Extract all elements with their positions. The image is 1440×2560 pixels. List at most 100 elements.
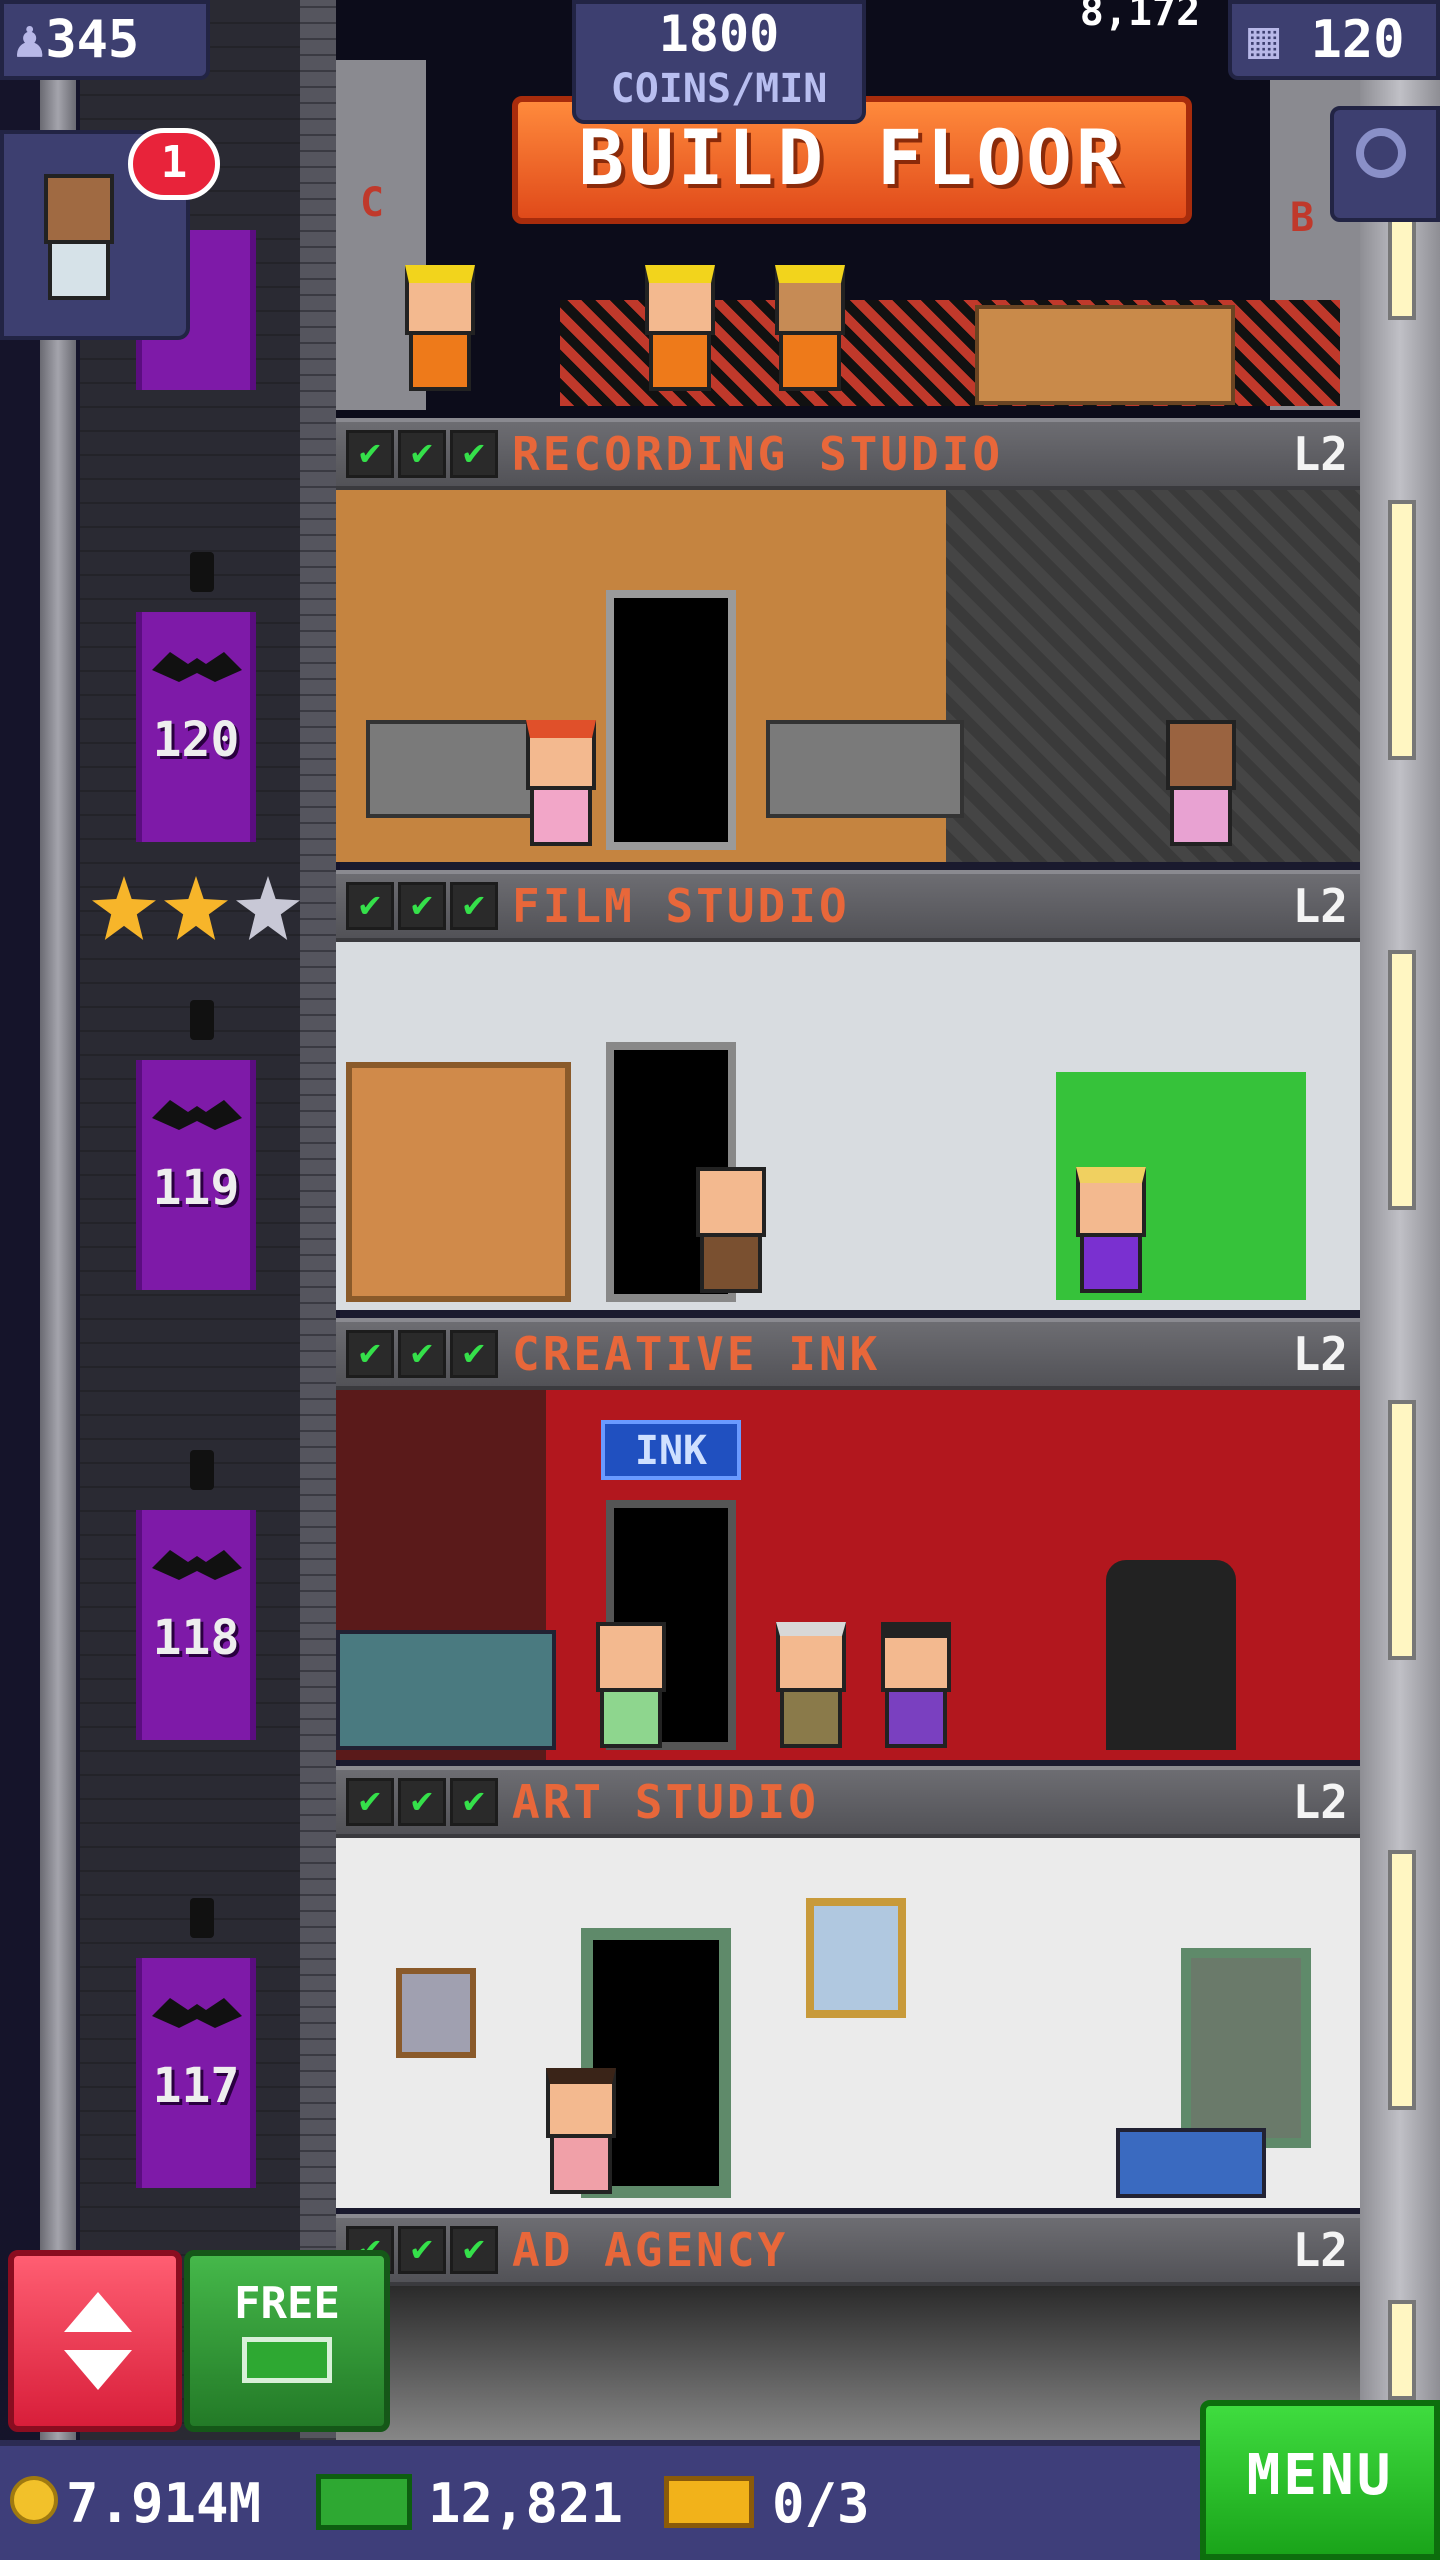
tickets-value: 0/3 [772,2472,870,2535]
floor-banner-film-studio[interactable]: ✔ ✔ ✔ FILM STUDIO L2 [336,870,1360,942]
coins-per-min-label: COINS/MIN [610,66,828,112]
tenant-bearded[interactable] [1166,720,1236,846]
blue-dresser [1116,2128,1266,2198]
floor-recording-studio[interactable] [336,490,1360,862]
wall-light [1388,1400,1416,1660]
bat-icon [152,1100,242,1130]
elevator-car-120[interactable]: 120 [136,552,256,842]
wall-light [1388,2300,1416,2400]
tenant-redhead-glasses[interactable] [526,720,596,846]
floor-banner-recording-studio[interactable]: ✔ ✔ ✔ RECORDING STUDIO L2 [336,418,1360,490]
check-icon: ✔ [346,882,394,930]
floor-banner-creative-ink[interactable]: ✔ ✔ ✔ CREATIVE INK L2 [336,1318,1360,1390]
elevator-lamp-icon [190,1450,214,1490]
elevator-lamp-icon [190,1898,214,1938]
person-icon: ♟ [14,10,46,70]
check-icon: ✔ [450,882,498,930]
star-rating [92,876,322,946]
elevator-floor-number: 119 [152,1160,240,1216]
framed-painting [396,1968,476,2058]
elevator-floor-number: 118 [152,1610,240,1666]
construction-worker[interactable] [645,265,715,391]
check-icon: ✔ [398,882,446,930]
tenant-old-man[interactable] [776,1622,846,1748]
bux-value: 12,821 [428,2472,624,2535]
floor-name: RECORDING STUDIO [512,427,1004,481]
check-icon: ✔ [450,430,498,478]
elevator-lamp-icon [190,1000,214,1040]
check-icon: ✔ [450,1330,498,1378]
construction-worker[interactable] [405,265,475,391]
building-icon: ▦ [1248,10,1280,70]
check-icon: ✔ [346,1778,394,1826]
magnifier-icon [1356,128,1406,178]
check-icon: ✔ [450,1778,498,1826]
bat-icon [152,652,242,682]
floor-level: L2 [1292,2223,1348,2277]
construction-crate [975,305,1235,405]
floor-banner-ad-agency[interactable]: ✔ ✔ ✔ AD AGENCY L2 [336,2214,1360,2286]
floor-level: L2 [1292,879,1348,933]
floor-level: L2 [1292,1775,1348,1829]
visitor-avatar [44,174,114,300]
floor-name: AD AGENCY [512,2223,789,2277]
floor-name: FILM STUDIO [512,879,850,933]
floor-film-studio[interactable] [336,942,1360,1310]
floor-banner-art-studio[interactable]: ✔ ✔ ✔ ART STUDIO L2 [336,1766,1360,1838]
wall-light [1388,1850,1416,2110]
check-icon: ✔ [398,2226,446,2274]
mixing-console [766,720,964,818]
star-icon [92,876,156,940]
floor-name: CREATIVE INK [512,1327,881,1381]
elevator-car-119[interactable]: 119 [136,1000,256,1290]
elevator-car-118[interactable]: 118 [136,1450,256,1740]
check-icon: ✔ [398,1778,446,1826]
tenant-purple-shirt[interactable] [881,1622,951,1748]
notification-badge: 1 [128,128,220,200]
tenant-green-shirt[interactable] [596,1622,666,1748]
bux-icon [316,2474,412,2530]
floor-art-studio[interactable] [336,1838,1360,2208]
free-bux-button[interactable]: FREE [184,2250,390,2432]
coins-value: 7.914M [66,2472,262,2535]
tenant-girl[interactable] [546,2068,616,2194]
star-icon [164,876,228,940]
population-counter[interactable]: ♟345 [0,0,210,80]
search-button[interactable] [1330,106,1440,222]
display-case [336,1630,556,1750]
check-icon: ✔ [398,1330,446,1378]
floor-creative-ink[interactable]: INK [336,1390,1360,1760]
construction-worker[interactable] [775,265,845,391]
floor-count-panel[interactable]: ▦ 120 [1228,0,1440,80]
coins-per-min-panel: 1800 COINS/MIN [572,0,866,124]
menu-button[interactable]: MENU [1200,2400,1440,2560]
tenant-sunglasses[interactable] [1076,1167,1146,1293]
elevator-car-117[interactable]: 117 [136,1898,256,2188]
wall-light [1388,500,1416,760]
floor-name: ART STUDIO [512,1775,819,1829]
elevator-floor-number: 117 [152,2058,240,2114]
tenant-bald[interactable] [696,1167,766,1293]
star-icon-empty [236,876,300,940]
wall-light [1388,950,1416,1210]
up-arrow-icon [64,2292,132,2332]
floor-sign-right: B [1290,195,1315,241]
check-icon: ✔ [346,1330,394,1378]
hanging-counter: 8,172 [1079,0,1201,35]
soundproof-wall [946,490,1360,862]
tattoo-chair [1106,1560,1236,1750]
down-arrow-icon [64,2350,132,2390]
wooden-cabinet [346,1062,571,1302]
window [1181,1948,1311,2148]
ink-neon-sign: INK [601,1420,741,1480]
coin-icon [10,2476,58,2524]
coins-per-min-value: 1800 [658,5,780,63]
population-value: 345 [45,10,140,70]
ticket-icon [664,2476,754,2528]
doorway [606,590,736,850]
bat-icon [152,1998,242,2028]
check-icon: ✔ [346,430,394,478]
elevator-button[interactable] [8,2250,182,2432]
shaft-rail-right [300,0,336,2470]
floor-sign-left: C [360,180,385,226]
